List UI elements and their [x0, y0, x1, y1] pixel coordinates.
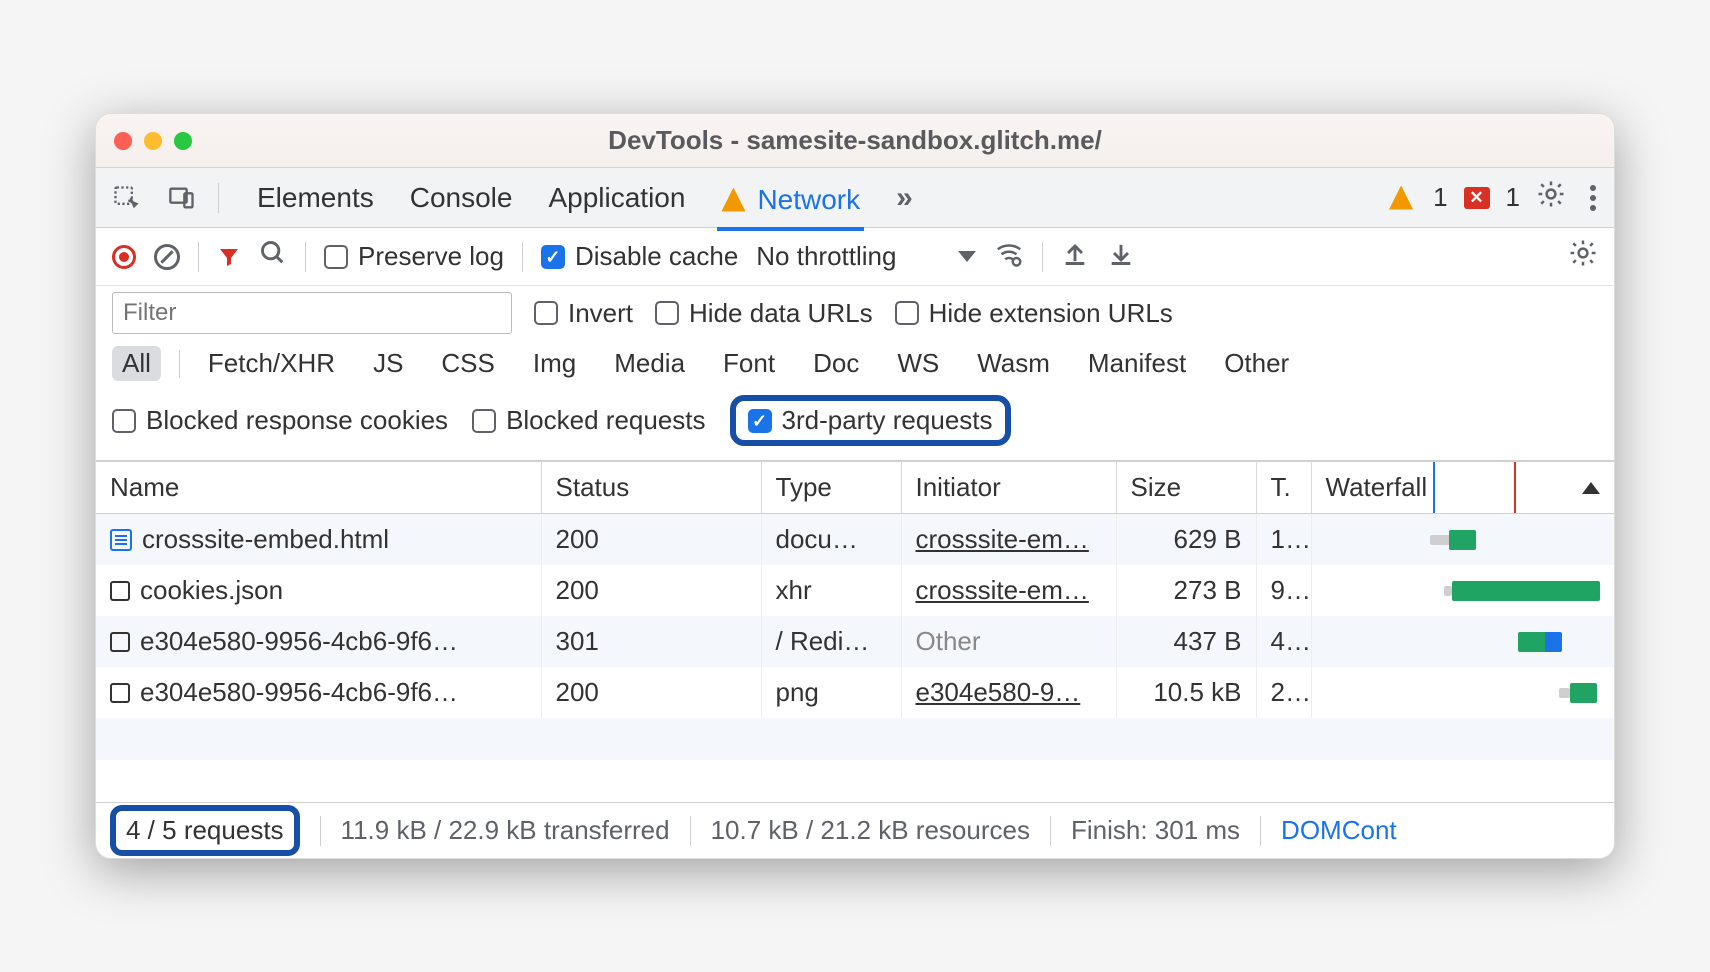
file-icon	[110, 632, 130, 652]
blocked-response-cookies-checkbox[interactable]: Blocked response cookies	[112, 405, 448, 436]
dcl-label: DOMCont	[1281, 815, 1397, 846]
blocked-filter-row: Blocked response cookies Blocked request…	[96, 387, 1614, 461]
preserve-log-checkbox[interactable]: Preserve log	[324, 241, 504, 272]
devtools-window: DevTools - samesite-sandbox.glitch.me/ E…	[95, 113, 1615, 859]
col-size[interactable]: Size	[1116, 462, 1256, 514]
requests-count-highlight: 4 / 5 requests	[110, 805, 300, 856]
filter-input[interactable]	[112, 292, 512, 334]
hide-data-urls-checkbox[interactable]: Hide data URLs	[655, 298, 873, 329]
col-name[interactable]: Name	[96, 462, 541, 514]
minimize-window-button[interactable]	[144, 132, 162, 150]
settings-gear-icon[interactable]	[1536, 179, 1566, 216]
finish-label: Finish: 301 ms	[1071, 815, 1240, 846]
file-icon	[110, 683, 130, 703]
third-party-requests-checkbox[interactable]: 3rd-party requests	[748, 405, 993, 436]
third-party-requests-highlight: 3rd-party requests	[730, 395, 1011, 446]
blocked-requests-checkbox[interactable]: Blocked requests	[472, 405, 705, 436]
initiator-link: Other	[916, 626, 981, 656]
tab-application[interactable]: Application	[544, 169, 689, 227]
filter-funnel-icon[interactable]	[217, 245, 241, 269]
requests-table: Name Status Type Initiator Size T. Water…	[96, 461, 1614, 802]
table-row[interactable]: cookies.json200xhrcrosssite-em…273 B9..	[96, 565, 1614, 616]
initiator-link[interactable]: crosssite-em…	[916, 524, 1089, 554]
network-conditions-icon[interactable]	[994, 238, 1024, 275]
error-count: 1	[1506, 182, 1520, 213]
table-row[interactable]: crosssite-embed.html200docu…crosssite-em…	[96, 514, 1614, 566]
col-time[interactable]: T.	[1256, 462, 1311, 514]
warning-icon	[721, 188, 745, 212]
window-title: DevTools - samesite-sandbox.glitch.me/	[96, 125, 1614, 156]
maximize-window-button[interactable]	[174, 132, 192, 150]
window-titlebar: DevTools - samesite-sandbox.glitch.me/	[96, 114, 1614, 168]
warning-icon[interactable]	[1389, 186, 1413, 210]
search-icon[interactable]	[259, 239, 287, 274]
tab-console[interactable]: Console	[406, 169, 517, 227]
panel-tabbar: Elements Console Application Network » 1…	[96, 168, 1614, 228]
type-filter-other[interactable]: Other	[1214, 346, 1299, 381]
type-filter-js[interactable]: JS	[363, 346, 413, 381]
col-type[interactable]: Type	[761, 462, 901, 514]
request-name: crosssite-embed.html	[142, 524, 389, 555]
chevron-down-icon	[958, 251, 976, 262]
type-filter-fetch[interactable]: Fetch/XHR	[198, 346, 345, 381]
document-icon	[110, 529, 132, 551]
status-bar: 4 / 5 requests 11.9 kB / 22.9 kB transfe…	[96, 802, 1614, 858]
clear-button[interactable]	[154, 244, 180, 270]
type-filter-img[interactable]: Img	[523, 346, 586, 381]
network-settings-gear-icon[interactable]	[1568, 238, 1598, 275]
sort-asc-icon	[1582, 482, 1600, 494]
tab-network[interactable]: Network	[717, 169, 864, 231]
traffic-lights	[114, 132, 192, 150]
type-filter-font[interactable]: Font	[713, 346, 785, 381]
file-icon	[110, 581, 130, 601]
filter-row: Invert Hide data URLs Hide extension URL…	[96, 286, 1614, 340]
throttling-select[interactable]: No throttling	[756, 241, 976, 272]
tabs-overflow[interactable]: »	[892, 169, 917, 227]
request-name: e304e580-9956-4cb6-9f6…	[140, 677, 458, 708]
type-filter-doc[interactable]: Doc	[803, 346, 869, 381]
type-filter-all[interactable]: All	[112, 346, 161, 381]
inspect-icon[interactable]	[106, 184, 146, 212]
resources-label: 10.7 kB / 21.2 kB resources	[711, 815, 1030, 846]
col-status[interactable]: Status	[541, 462, 761, 514]
device-toggle-icon[interactable]	[162, 184, 202, 212]
table-row[interactable]: e304e580-9956-4cb6-9f6…200pnge304e580-9……	[96, 667, 1614, 718]
more-menu-icon[interactable]	[1582, 185, 1604, 211]
type-filter-row: All Fetch/XHR JS CSS Img Media Font Doc …	[96, 340, 1614, 387]
initiator-link[interactable]: e304e580-9…	[916, 677, 1081, 707]
col-initiator[interactable]: Initiator	[901, 462, 1116, 514]
error-icon[interactable]: ✕	[1464, 187, 1490, 209]
table-header-row: Name Status Type Initiator Size T. Water…	[96, 462, 1614, 514]
type-filter-manifest[interactable]: Manifest	[1078, 346, 1196, 381]
initiator-link[interactable]: crosssite-em…	[916, 575, 1089, 605]
upload-har-icon[interactable]	[1061, 239, 1089, 274]
request-name: cookies.json	[140, 575, 283, 606]
tab-elements[interactable]: Elements	[253, 169, 378, 227]
col-waterfall[interactable]: Waterfall	[1311, 462, 1614, 514]
close-window-button[interactable]	[114, 132, 132, 150]
invert-checkbox[interactable]: Invert	[534, 298, 633, 329]
type-filter-css[interactable]: CSS	[431, 346, 504, 381]
transferred-label: 11.9 kB / 22.9 kB transferred	[341, 815, 670, 846]
type-filter-wasm[interactable]: Wasm	[967, 346, 1060, 381]
disable-cache-checkbox[interactable]: Disable cache	[541, 241, 738, 272]
download-har-icon[interactable]	[1107, 239, 1135, 274]
table-row[interactable]: e304e580-9956-4cb6-9f6…301/ Redi…Other43…	[96, 616, 1614, 667]
hide-extension-urls-checkbox[interactable]: Hide extension URLs	[895, 298, 1173, 329]
request-name: e304e580-9956-4cb6-9f6…	[140, 626, 458, 657]
type-filter-ws[interactable]: WS	[887, 346, 949, 381]
record-button[interactable]	[112, 245, 136, 269]
type-filter-media[interactable]: Media	[604, 346, 695, 381]
network-toolbar: Preserve log Disable cache No throttling	[96, 228, 1614, 286]
warning-count: 1	[1433, 182, 1447, 213]
